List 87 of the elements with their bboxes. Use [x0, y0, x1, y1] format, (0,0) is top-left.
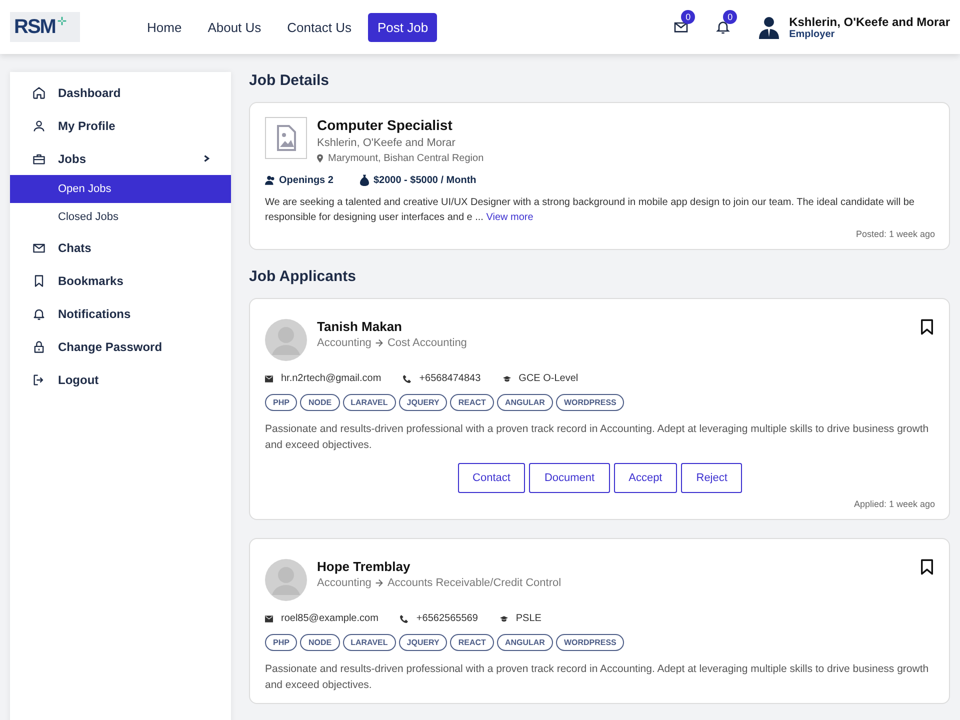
- sidebar-icon: [32, 274, 46, 288]
- mail-icon: [265, 374, 273, 382]
- applicant-phone: +6562565569: [416, 613, 478, 624]
- sidebar-item[interactable]: My Profile: [10, 109, 231, 142]
- sidebar-icon: [32, 152, 46, 166]
- sidebar-subitem[interactable]: Open Jobs: [10, 175, 231, 203]
- skill-tag: WORDPRESS: [556, 394, 624, 411]
- job-description: We are seeking a talented and creative UI/UX Designer with a strong background in mobile app design to join our team. The ideal candidate will be responsible for designing user interfaces and e ... View more: [265, 196, 916, 225]
- applicant-summary: Passionate and results-driven professional with a proven track record in Accounting. Adept at leveraging multiple skills to drive business growth and exceed objectives.: [265, 662, 930, 693]
- phone-icon: [403, 374, 412, 382]
- sidebar-icon: [32, 306, 46, 320]
- posted-time: Posted: 1 week ago: [854, 229, 935, 239]
- action-button[interactable]: Document: [529, 463, 610, 493]
- sidebar-item[interactable]: Dashboard: [10, 76, 231, 109]
- graduation-cap-icon: [502, 374, 511, 382]
- sidebar-icon: [32, 86, 46, 100]
- skill-tag: REACT: [450, 394, 494, 411]
- bookmark-icon[interactable]: [921, 319, 933, 335]
- avatar-icon: [265, 559, 307, 601]
- sidebar-item[interactable]: Chats: [10, 231, 231, 264]
- arrow-icon: [375, 579, 384, 587]
- salary: $2000 - $5000 / Month: [373, 174, 476, 186]
- sidebar-icon: [32, 118, 46, 132]
- skill-tag: JQUERY: [398, 634, 448, 651]
- money-bag-icon: [359, 174, 370, 186]
- skill-tag: NODE: [300, 394, 340, 411]
- job-title: Computer Specialist: [317, 117, 454, 133]
- mail-icon: [265, 614, 273, 622]
- job-location: Marymount, Bishan Central Region: [328, 153, 484, 164]
- user-avatar-icon[interactable]: [757, 15, 782, 39]
- skill-tag: PHP: [265, 634, 298, 651]
- nav-link[interactable]: Post Job: [368, 12, 438, 42]
- company-name: Kshlerin, O'Keefe and Morar: [317, 137, 456, 149]
- bookmark-icon[interactable]: [921, 559, 933, 575]
- applicant-education: GCE O-Level: [518, 373, 578, 384]
- notification-count: 0: [723, 10, 738, 24]
- skill-tag: ANGULAR: [496, 634, 553, 651]
- sidebar-item[interactable]: Logout: [10, 363, 231, 396]
- image-placeholder-icon: [265, 117, 307, 159]
- sidebar-item[interactable]: Jobs: [10, 142, 231, 175]
- nav-link[interactable]: Home: [138, 12, 191, 42]
- action-button[interactable]: Reject: [681, 463, 742, 493]
- message-count: 0: [681, 10, 696, 24]
- skill-tag: ANGULAR: [496, 394, 553, 411]
- skill-tag: REACT: [450, 634, 494, 651]
- skill-tag: LARAVEL: [342, 394, 396, 411]
- applicant-name: Hope Tremblay: [317, 559, 412, 574]
- applicant-email: roel85@example.com: [281, 613, 378, 624]
- arrow-icon: [375, 339, 384, 347]
- view-more-link[interactable]: View more: [486, 212, 534, 223]
- sidebar-icon: [32, 372, 46, 386]
- logo[interactable]: RSM: [10, 12, 80, 42]
- category: Accounting: [317, 337, 372, 349]
- sidebar-icon: [32, 340, 46, 354]
- applied-time: Applied: 1 week ago: [852, 499, 935, 509]
- category: Accounting: [317, 577, 372, 589]
- phone-icon: [400, 614, 408, 622]
- skill-tag: LARAVEL: [342, 634, 396, 651]
- section-heading: Job Applicants: [249, 268, 357, 285]
- applicant-summary: Passionate and results-driven professional with a proven track record in Accounting. Adept at leveraging multiple skills to drive business growth and exceed objectives.: [265, 422, 930, 453]
- avatar-icon: [265, 319, 307, 361]
- user-name: Kshlerin, O'Keefe and Morar: [789, 14, 950, 28]
- action-button[interactable]: Accept: [614, 463, 678, 493]
- applicant-email: hr.n2rtech@gmail.com: [281, 373, 382, 384]
- subcategory: Accounts Receivable/Credit Control: [387, 577, 562, 589]
- openings: Openings 2: [279, 174, 334, 186]
- sidebar-item[interactable]: Notifications: [10, 297, 231, 330]
- nav-link[interactable]: About Us: [198, 12, 270, 42]
- action-button[interactable]: Contact: [458, 463, 526, 493]
- sidebar-item[interactable]: Bookmarks: [10, 264, 231, 297]
- user-role: Employer: [789, 28, 836, 40]
- applicant-phone: +6568474843: [419, 373, 481, 384]
- applicant-name: Tanish Makan: [317, 319, 404, 334]
- people-icon: [265, 174, 276, 186]
- bell-icon[interactable]: [715, 19, 732, 35]
- subcategory: Cost Accounting: [387, 337, 467, 349]
- sidebar-subitem[interactable]: Closed Jobs: [10, 203, 231, 231]
- section-heading: Job Details: [249, 72, 330, 89]
- graduation-cap-icon: [500, 614, 508, 622]
- skill-tag: PHP: [265, 394, 298, 411]
- skill-tag: WORDPRESS: [556, 634, 624, 651]
- skill-tag: JQUERY: [398, 394, 448, 411]
- applicant-education: PSLE: [516, 613, 542, 624]
- nav-link[interactable]: Contact Us: [278, 12, 360, 42]
- sidebar-item[interactable]: Change Password: [10, 330, 231, 363]
- location-pin-icon: [317, 154, 323, 163]
- skill-tag: NODE: [300, 634, 340, 651]
